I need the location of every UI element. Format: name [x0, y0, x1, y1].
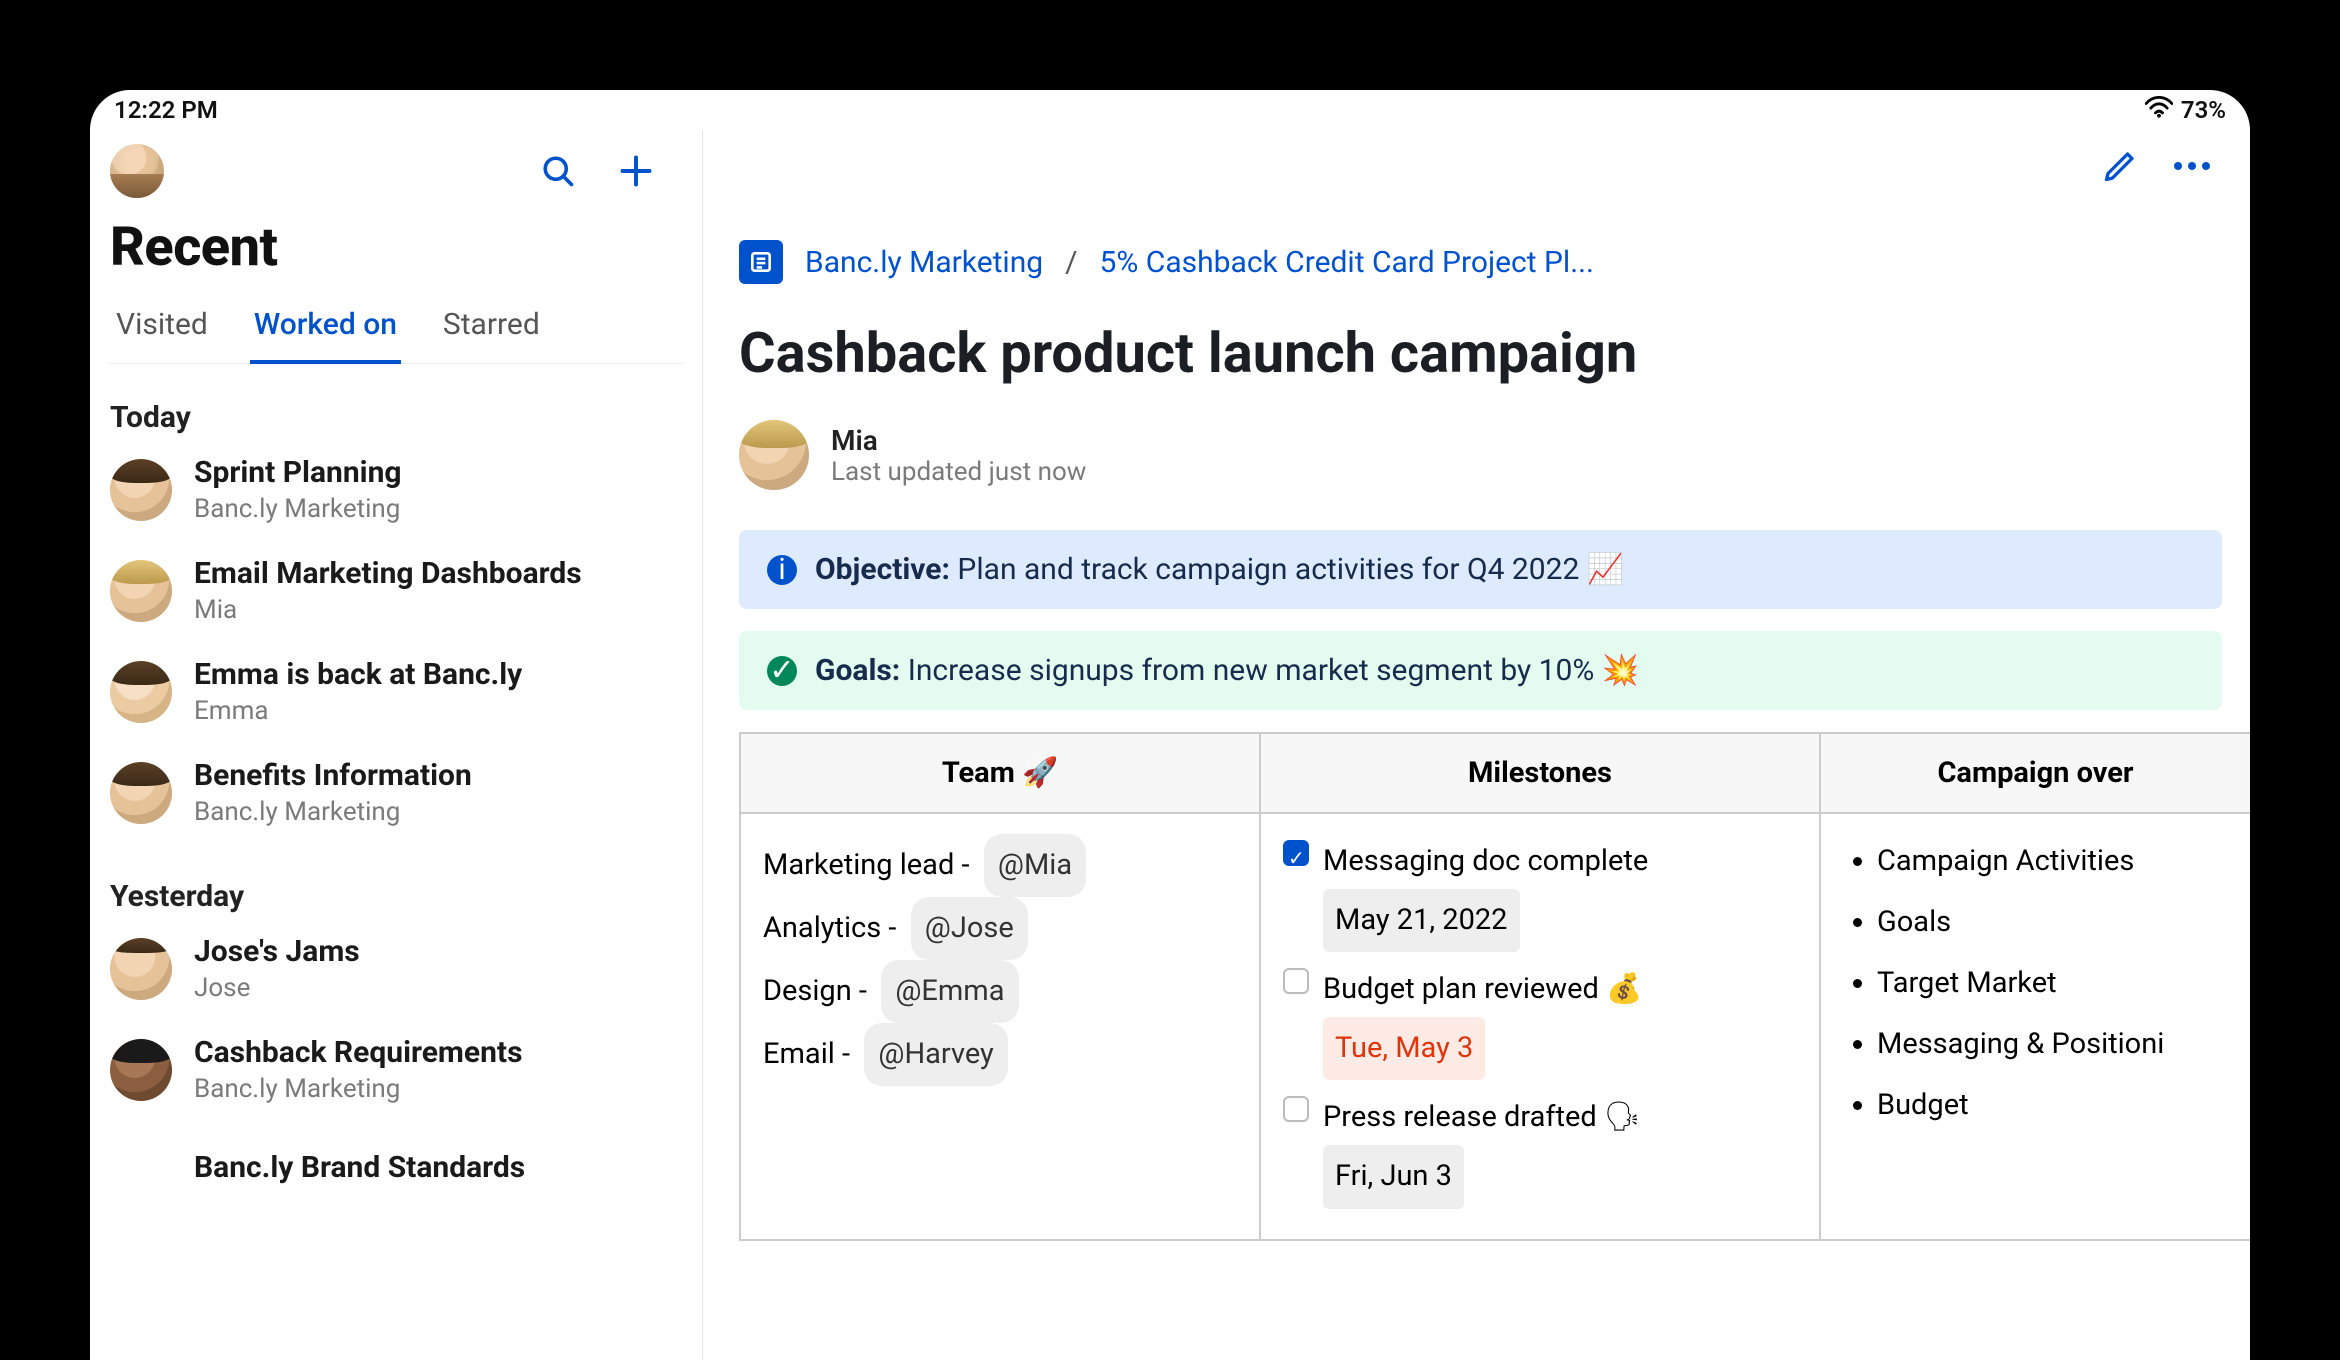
tablet-frame: 12:22 PM 73%: [0, 0, 2340, 1360]
list-item[interactable]: Banc.ly Brand Standards: [108, 1128, 684, 1198]
milestone-date: Tue, May 3: [1323, 1017, 1485, 1080]
list-item-sub: Jose: [194, 973, 360, 1003]
mention[interactable]: @Harvey: [864, 1023, 1007, 1086]
list-item-title: Banc.ly Brand Standards: [194, 1150, 525, 1185]
checkbox-icon[interactable]: [1283, 840, 1309, 866]
breadcrumb-sep: /: [1065, 245, 1077, 280]
battery-label: 73%: [2181, 96, 2226, 124]
tablet-bezel: 12:22 PM 73%: [60, 60, 2280, 1360]
tab-visited[interactable]: Visited: [112, 297, 212, 364]
list-item-sub: Mia: [194, 595, 582, 625]
sidebar-title: Recent: [108, 212, 684, 297]
breadcrumb-parent[interactable]: 5% Cashback Credit Card Project Pl...: [1100, 245, 1594, 280]
breadcrumb: Banc.ly Marketing / 5% Cashback Credit C…: [739, 206, 2250, 294]
search-button[interactable]: [536, 149, 580, 193]
more-button[interactable]: [2170, 144, 2214, 188]
milestone-item[interactable]: Budget plan reviewed 💰 Tue, May 3: [1283, 962, 1797, 1080]
list-item-sub: Banc.ly Marketing: [194, 1074, 523, 1104]
th-team: Team 🚀: [741, 734, 1261, 814]
goals-text: Increase signups from new market segment…: [908, 653, 1639, 688]
page-title: Cashback product launch campaign: [739, 294, 2250, 412]
sidebar-tabs: Visited Worked on Starred: [108, 297, 684, 364]
milestone-item[interactable]: Messaging doc complete May 21, 2022: [1283, 834, 1797, 952]
mention[interactable]: @Mia: [984, 834, 1086, 897]
list-item-title: Email Marketing Dashboards: [194, 556, 582, 591]
milestone-date: Fri, Jun 3: [1323, 1145, 1464, 1208]
td-overview: Campaign Activities Goals Target Market …: [1821, 814, 2250, 1239]
milestone-item[interactable]: Press release drafted 🗣 Fri, Jun 3: [1283, 1090, 1797, 1208]
list-item[interactable]: Sprint Planning Banc.ly Marketing: [108, 447, 684, 548]
create-button[interactable]: [614, 149, 658, 193]
content: Banc.ly Marketing / 5% Cashback Credit C…: [703, 130, 2250, 1360]
list-item-sub: Emma: [194, 696, 522, 726]
info-icon: i: [767, 555, 797, 585]
tab-starred[interactable]: Starred: [439, 297, 544, 364]
author-avatar[interactable]: [739, 420, 809, 490]
list-item-title: Benefits Information: [194, 758, 472, 793]
objective-label: Objective:: [815, 552, 950, 587]
overview-item[interactable]: Goals: [1877, 895, 2228, 950]
list-item-title: Sprint Planning: [194, 455, 402, 490]
list-item[interactable]: Benefits Information Banc.ly Marketing: [108, 750, 684, 851]
screen: 12:22 PM 73%: [90, 90, 2250, 1360]
list-item[interactable]: Cashback Requirements Banc.ly Marketing: [108, 1027, 684, 1128]
list-item-title: Emma is back at Banc.ly: [194, 657, 522, 692]
overview-item[interactable]: Messaging & Positioni: [1877, 1017, 2228, 1072]
breadcrumb-space[interactable]: Banc.ly Marketing: [805, 245, 1043, 280]
goals-label: Goals:: [815, 653, 900, 688]
content-table: Team 🚀 Milestones Campaign over Marketin…: [739, 732, 2250, 1241]
list-item-title: Jose's Jams: [194, 934, 360, 969]
overview-item[interactable]: Target Market: [1877, 956, 2228, 1011]
tab-worked-on[interactable]: Worked on: [250, 297, 401, 364]
mention[interactable]: @Jose: [911, 897, 1028, 960]
edit-button[interactable]: [2098, 144, 2142, 188]
objective-text: Plan and track campaign activities for Q…: [957, 552, 1624, 587]
overview-item[interactable]: Budget: [1877, 1078, 2228, 1133]
td-team: Marketing lead - @Mia Analytics - @Jose …: [741, 814, 1261, 1239]
list-item-sub: Banc.ly Marketing: [194, 494, 402, 524]
milestone-date: May 21, 2022: [1323, 889, 1520, 952]
mention[interactable]: @Emma: [881, 960, 1018, 1023]
success-icon: ✓: [767, 656, 797, 686]
success-panel: ✓ Goals: Increase signups from new marke…: [739, 631, 2222, 710]
overview-item[interactable]: Campaign Activities: [1877, 834, 2228, 889]
th-milestones: Milestones: [1261, 734, 1821, 814]
th-overview: Campaign over: [1821, 734, 2250, 814]
space-icon[interactable]: [739, 240, 783, 284]
checkbox-icon[interactable]: [1283, 968, 1309, 994]
list-item[interactable]: Email Marketing Dashboards Mia: [108, 548, 684, 649]
list-item[interactable]: Emma is back at Banc.ly Emma: [108, 649, 684, 750]
wifi-icon: [2145, 96, 2173, 124]
list-item[interactable]: Jose's Jams Jose: [108, 926, 684, 1027]
profile-avatar[interactable]: [110, 144, 164, 198]
milestone-text: Messaging doc complete: [1323, 834, 1648, 889]
author-name: Mia: [831, 424, 1086, 457]
milestone-text: Budget plan reviewed 💰: [1323, 962, 1642, 1017]
status-bar: 12:22 PM 73%: [90, 90, 2250, 130]
clock: 12:22 PM: [114, 96, 218, 124]
info-panel: i Objective: Plan and track campaign act…: [739, 530, 2222, 609]
group-today-label: Today: [108, 386, 684, 447]
td-milestones: Messaging doc complete May 21, 2022 Budg…: [1261, 814, 1821, 1239]
author-row: Mia Last updated just now: [739, 412, 2250, 530]
list-item-sub: Banc.ly Marketing: [194, 797, 472, 827]
sidebar: Recent Visited Worked on Starred Today S…: [90, 130, 703, 1360]
milestone-text: Press release drafted 🗣: [1323, 1090, 1641, 1145]
checkbox-icon[interactable]: [1283, 1096, 1309, 1122]
list-item-title: Cashback Requirements: [194, 1035, 523, 1070]
more-icon: [2174, 162, 2210, 170]
group-yesterday-label: Yesterday: [108, 851, 684, 926]
last-updated: Last updated just now: [831, 457, 1086, 487]
